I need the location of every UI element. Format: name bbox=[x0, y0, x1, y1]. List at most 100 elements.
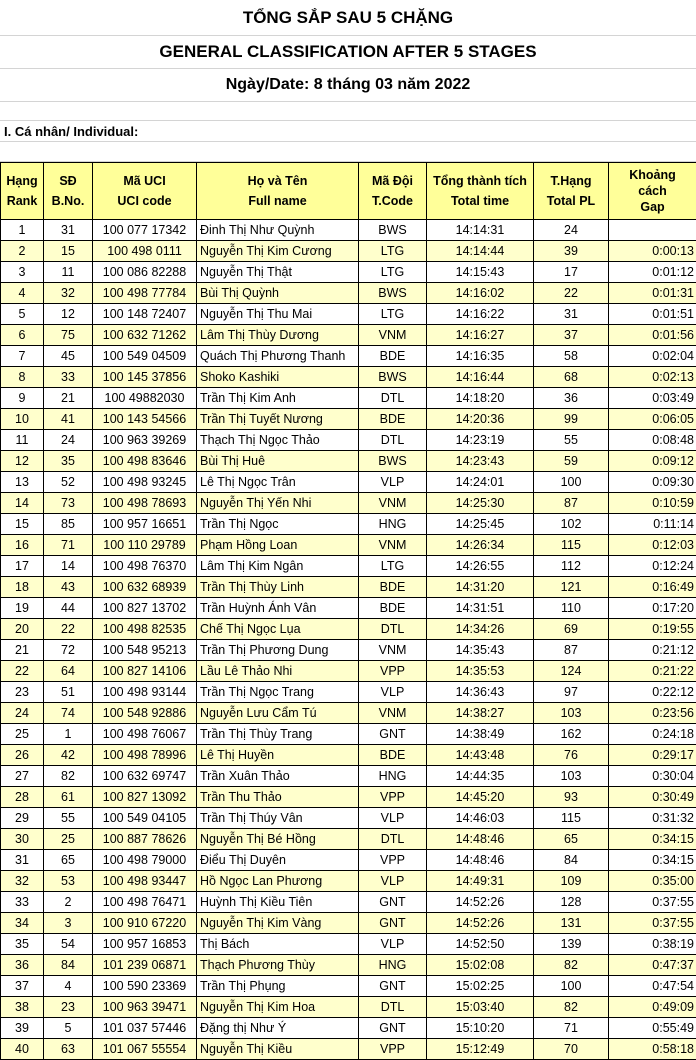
table-row: 1352100 498 93245Lê Thị Ngọc TrânVLP14:2… bbox=[1, 472, 696, 493]
cell-bib: 74 bbox=[44, 703, 93, 724]
cell-full-name: Trần Thị Ngọc bbox=[197, 514, 359, 535]
cell-team-code: GNT bbox=[359, 724, 427, 745]
cell-total-pl: 58 bbox=[534, 346, 609, 367]
cell-gap: 0:37:55 bbox=[609, 913, 696, 934]
cell-rank: 30 bbox=[1, 829, 44, 850]
cell-team-code: VNM bbox=[359, 535, 427, 556]
cell-team-code: GNT bbox=[359, 892, 427, 913]
cell-total-time: 14:16:44 bbox=[427, 367, 534, 388]
cell-team-code: HNG bbox=[359, 514, 427, 535]
cell-bib: 15 bbox=[44, 241, 93, 262]
cell-rank: 39 bbox=[1, 1018, 44, 1039]
cell-gap: 0:24:18 bbox=[609, 724, 696, 745]
cell-gap: 0:23:56 bbox=[609, 703, 696, 724]
cell-gap: 0:01:12 bbox=[609, 262, 696, 283]
blank-row bbox=[0, 142, 696, 162]
cell-total-time: 15:02:08 bbox=[427, 955, 534, 976]
cell-rank: 32 bbox=[1, 871, 44, 892]
table-row: 2782100 632 69747Trần Xuân ThảoHNG14:44:… bbox=[1, 766, 696, 787]
cell-rank: 37 bbox=[1, 976, 44, 997]
cell-total-time: 14:16:27 bbox=[427, 325, 534, 346]
cell-uci-code: 100 498 78996 bbox=[93, 745, 197, 766]
cell-gap: 0:12:24 bbox=[609, 556, 696, 577]
cell-gap: 0:06:05 bbox=[609, 409, 696, 430]
header-rank: HạngRank bbox=[1, 163, 44, 220]
cell-bib: 64 bbox=[44, 661, 93, 682]
section-heading: I. Cá nhân/ Individual: bbox=[0, 121, 696, 142]
cell-rank: 19 bbox=[1, 598, 44, 619]
table-row: 3025100 887 78626Nguyễn Thị Bé HồngDTL14… bbox=[1, 829, 696, 850]
cell-bib: 22 bbox=[44, 619, 93, 640]
cell-total-pl: 65 bbox=[534, 829, 609, 850]
cell-bib: 11 bbox=[44, 262, 93, 283]
cell-rank: 31 bbox=[1, 850, 44, 871]
table-row: 1041100 143 54566Trần Thị Tuyết NươngBDE… bbox=[1, 409, 696, 430]
cell-rank: 33 bbox=[1, 892, 44, 913]
cell-team-code: VLP bbox=[359, 808, 427, 829]
cell-gap: 0:22:12 bbox=[609, 682, 696, 703]
cell-total-time: 14:52:50 bbox=[427, 934, 534, 955]
cell-team-code: VLP bbox=[359, 871, 427, 892]
cell-full-name: Shoko Kashiki bbox=[197, 367, 359, 388]
table-body: 131100 077 17342Đinh Thị Như QuỳnhBWS14:… bbox=[1, 220, 696, 1060]
cell-uci-code: 100 827 13092 bbox=[93, 787, 197, 808]
cell-total-pl: 97 bbox=[534, 682, 609, 703]
cell-gap: 0:00:13 bbox=[609, 241, 696, 262]
cell-full-name: Trần Xuân Thảo bbox=[197, 766, 359, 787]
cell-team-code: LTG bbox=[359, 262, 427, 283]
cell-total-pl: 76 bbox=[534, 745, 609, 766]
cell-total-pl: 59 bbox=[534, 451, 609, 472]
cell-rank: 14 bbox=[1, 493, 44, 514]
cell-team-code: VLP bbox=[359, 472, 427, 493]
cell-full-name: Đặng thị Như Ý bbox=[197, 1018, 359, 1039]
header-uci: Mã UCIUCI code bbox=[93, 163, 197, 220]
cell-total-time: 14:44:35 bbox=[427, 766, 534, 787]
cell-full-name: Trần Thị Kim Anh bbox=[197, 388, 359, 409]
cell-total-time: 14:38:49 bbox=[427, 724, 534, 745]
cell-total-time: 15:02:25 bbox=[427, 976, 534, 997]
cell-gap: 0:58:18 bbox=[609, 1039, 696, 1060]
cell-uci-code: 100 827 13702 bbox=[93, 598, 197, 619]
cell-total-pl: 37 bbox=[534, 325, 609, 346]
cell-team-code: VPP bbox=[359, 1039, 427, 1060]
cell-gap: 0:34:15 bbox=[609, 829, 696, 850]
cell-bib: 32 bbox=[44, 283, 93, 304]
cell-rank: 11 bbox=[1, 430, 44, 451]
cell-full-name: Trần Thị Thúy Vân bbox=[197, 808, 359, 829]
cell-total-time: 14:18:20 bbox=[427, 388, 534, 409]
cell-gap: 0:03:49 bbox=[609, 388, 696, 409]
cell-gap: 0:02:04 bbox=[609, 346, 696, 367]
cell-full-name: Nguyễn Thị Thật bbox=[197, 262, 359, 283]
cell-bib: 71 bbox=[44, 535, 93, 556]
cell-rank: 18 bbox=[1, 577, 44, 598]
cell-rank: 6 bbox=[1, 325, 44, 346]
cell-full-name: Huỳnh Thị Kiều Tiên bbox=[197, 892, 359, 913]
cell-uci-code: 100 49882030 bbox=[93, 388, 197, 409]
cell-team-code: DTL bbox=[359, 829, 427, 850]
cell-team-code: BWS bbox=[359, 367, 427, 388]
cell-bib: 5 bbox=[44, 1018, 93, 1039]
cell-bib: 33 bbox=[44, 367, 93, 388]
cell-total-time: 14:25:30 bbox=[427, 493, 534, 514]
cell-full-name: Nguyễn Thị Kim Hoa bbox=[197, 997, 359, 1018]
cell-uci-code: 100 549 04509 bbox=[93, 346, 197, 367]
cell-gap: 0:17:20 bbox=[609, 598, 696, 619]
date-line: Ngày/Date: 8 tháng 03 năm 2022 bbox=[0, 69, 696, 102]
cell-rank: 9 bbox=[1, 388, 44, 409]
cell-total-pl: 112 bbox=[534, 556, 609, 577]
cell-rank: 17 bbox=[1, 556, 44, 577]
cell-bib: 25 bbox=[44, 829, 93, 850]
cell-gap: 0:38:19 bbox=[609, 934, 696, 955]
cell-total-time: 14:26:34 bbox=[427, 535, 534, 556]
cell-bib: 55 bbox=[44, 808, 93, 829]
cell-uci-code: 100 963 39269 bbox=[93, 430, 197, 451]
header-row: HạngRank SĐB.No. Mã UCIUCI code Họ và Tê… bbox=[1, 163, 696, 220]
cell-rank: 22 bbox=[1, 661, 44, 682]
cell-full-name: Thị Bách bbox=[197, 934, 359, 955]
cell-team-code: VLP bbox=[359, 682, 427, 703]
cell-bib: 65 bbox=[44, 850, 93, 871]
cell-bib: 24 bbox=[44, 430, 93, 451]
table-row: 374100 590 23369Trần Thị PhụngGNT15:02:2… bbox=[1, 976, 696, 997]
cell-total-time: 14:48:46 bbox=[427, 850, 534, 871]
table-row: 343100 910 67220Nguyễn Thị Kim VàngGNT14… bbox=[1, 913, 696, 934]
